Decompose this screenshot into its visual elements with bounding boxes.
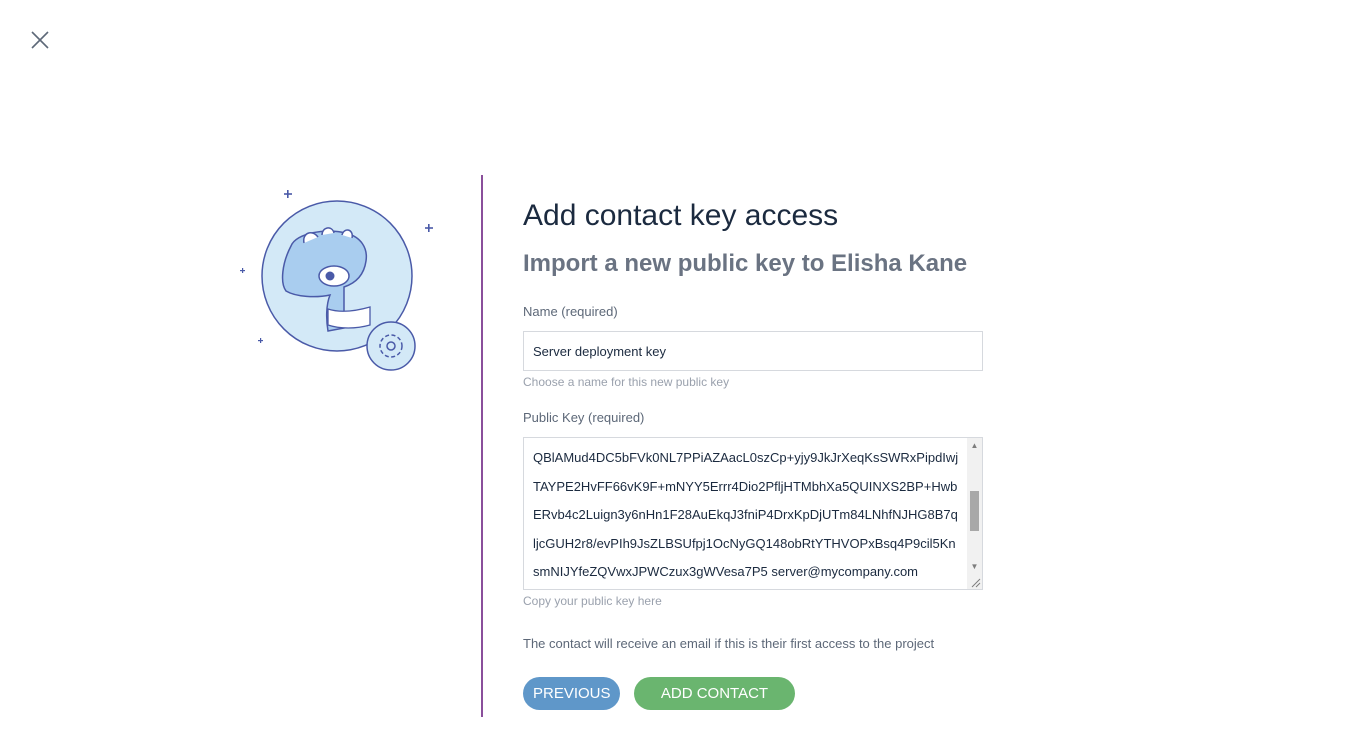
page-subtitle: Import a new public key to Elisha Kane [523,250,968,277]
key-line: smNIJYfeZQVwxJPWCzux3gWVesa7P5 server@my… [533,564,918,579]
scroll-thumb[interactable] [970,491,979,531]
public-key-hint: Copy your public key here [523,594,662,608]
textarea-scrollbar[interactable]: ▲ ▼ [967,438,982,589]
key-line: ljcGUH2r8/evPIh9JsZLBSUfpj1OcNyGQ148obRt… [533,535,956,551]
section-divider [481,175,483,717]
resize-handle[interactable] [967,574,982,589]
key-line: ERvb4c2Luign3y6nHn1F28AuEkqJ3fniP4DrxKpD… [533,507,958,522]
key-line: TAYPE2HvFF66vK9F+mNYY5Errr4Dio2PfljHTMbh… [533,478,958,494]
close-icon [31,31,49,49]
scroll-up-icon[interactable]: ▲ [967,438,982,453]
page-title: Add contact key access [523,199,839,232]
gear-icon [366,321,416,371]
dragon-illustration [236,183,436,378]
add-contact-key-button[interactable]: ADD CONTACT KEY [634,677,795,735]
public-key-text: QBlAMud4DC5bFVk0NL7PPiAZAacL0szCp+yjy9Jk… [533,444,964,587]
form-actions: PREVIOUS ADD CONTACT KEY [523,677,983,735]
resize-icon [971,578,981,588]
scroll-down-icon[interactable]: ▼ [967,559,982,574]
add-key-form: Add contact key access Import a new publ… [523,198,983,735]
public-key-label: Public Key (required) [523,410,645,425]
close-button[interactable] [28,28,52,52]
name-input[interactable] [523,331,983,371]
previous-button[interactable]: PREVIOUS [523,677,620,710]
public-key-textarea[interactable]: QBlAMud4DC5bFVk0NL7PPiAZAacL0szCp+yjy9Jk… [523,437,983,590]
email-notice: The contact will receive an email if thi… [523,636,935,651]
name-hint: Choose a name for this new public key [523,375,730,389]
name-label: Name (required) [523,304,618,319]
key-line: QBlAMud4DC5bFVk0NL7PPiAZAacL0szCp+yjy9Jk… [533,450,959,465]
